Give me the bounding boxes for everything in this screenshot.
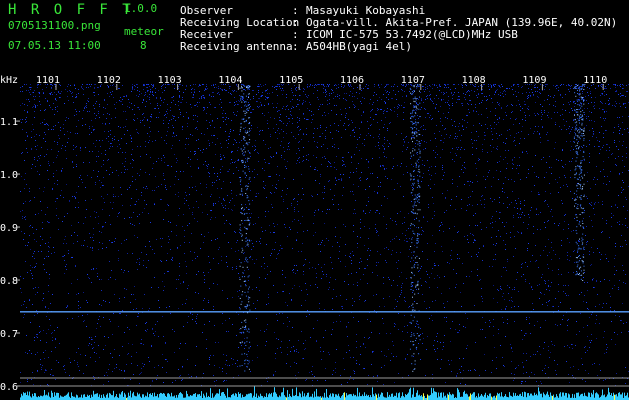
datetime-label: 07.05.13 11:00 bbox=[8, 39, 101, 52]
antenna-label: Receiving antenna bbox=[180, 40, 293, 53]
app-title: H R O F F T bbox=[8, 2, 134, 18]
spectrogram-plot: 1101 1102 1103 1104 1105 1106 1107 1108 1109 1110 bbox=[20, 76, 629, 400]
header-panel: H R O F F T 1.0.0 0705131100.png meteor … bbox=[0, 0, 629, 72]
meteor-label: meteor bbox=[124, 25, 164, 38]
y-tick-label: 1.0 bbox=[0, 170, 18, 181]
y-tick-label: 1.1 bbox=[0, 117, 18, 128]
y-axis-label: kHz bbox=[0, 75, 18, 86]
antenna-sep: : bbox=[292, 40, 299, 53]
activity-histogram bbox=[20, 386, 629, 400]
app-version: 1.0.0 bbox=[124, 2, 158, 15]
y-tick-label: 0.9 bbox=[0, 223, 18, 234]
meteor-column bbox=[409, 84, 421, 372]
y-axis: kHz 1.1 1.0 0.9 0.8 0.7 0.6 bbox=[0, 75, 20, 393]
meteor-column bbox=[573, 84, 585, 281]
noise-field bbox=[20, 84, 629, 386]
y-tick-label: 0.8 bbox=[0, 276, 18, 287]
meteor-count: 8 bbox=[140, 39, 147, 52]
y-tick-label: 0.7 bbox=[0, 329, 18, 340]
antenna-value: A504HB(yagi 4el) bbox=[306, 40, 412, 53]
filename-label: 0705131100.png bbox=[8, 19, 101, 32]
y-tick-label: 0.6 bbox=[0, 382, 18, 393]
